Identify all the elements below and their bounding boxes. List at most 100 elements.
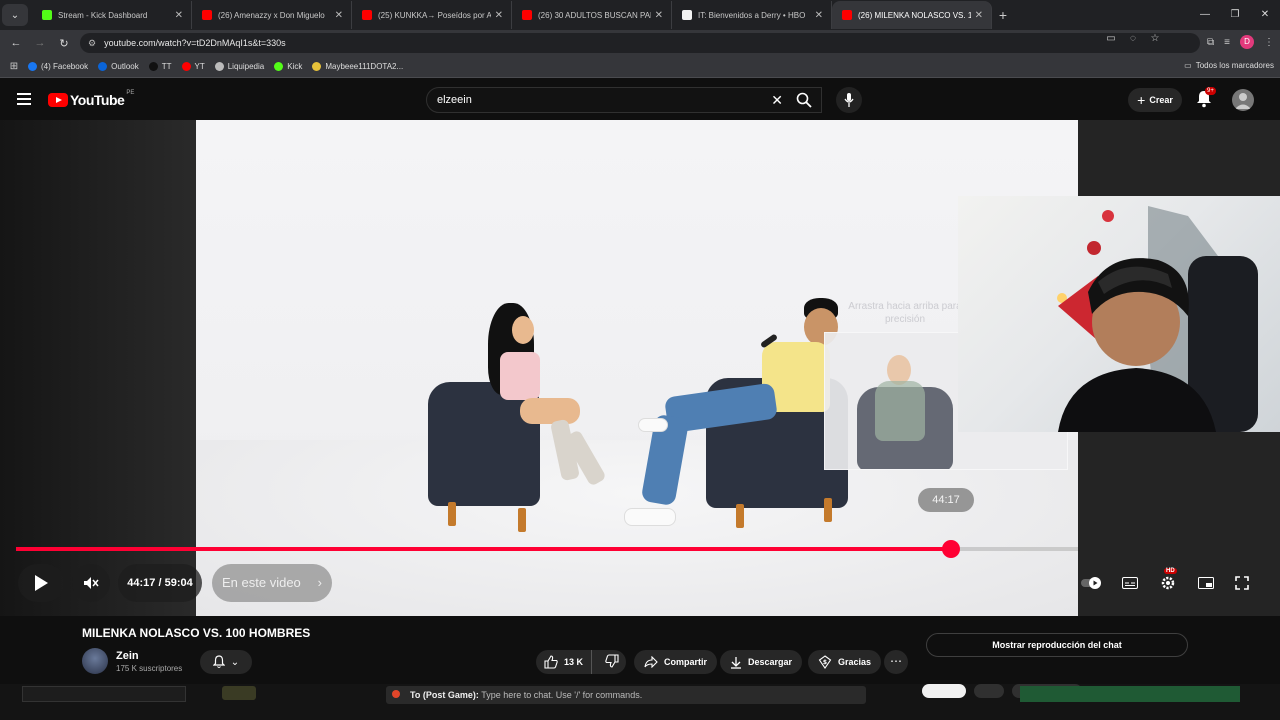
clear-search-icon[interactable]: ✕ — [771, 92, 783, 109]
browser-tab[interactable]: IT: Bienvenidos a Derry • HBO ✕ — [672, 1, 832, 29]
media-icon[interactable]: ≡ — [1224, 37, 1230, 48]
man-shoe — [624, 508, 676, 526]
chair-leg — [448, 502, 456, 526]
overlay-badge — [222, 686, 256, 700]
miniplayer-icon[interactable] — [1197, 577, 1214, 589]
close-tab-icon[interactable]: ✕ — [495, 10, 503, 21]
seek-time-tooltip: 44:17 — [918, 488, 974, 512]
tab-search-button[interactable]: ⌄ — [2, 4, 28, 26]
minimize-icon[interactable]: — — [1190, 0, 1220, 30]
close-tab-icon[interactable]: ✕ — [655, 10, 663, 21]
chevron-down-icon: ⌄ — [230, 656, 240, 668]
mute-button[interactable] — [72, 564, 110, 602]
browser-menu-icon[interactable]: ⋮ — [1264, 37, 1274, 48]
more-actions-button[interactable]: ⋯ — [884, 650, 908, 674]
channel-name[interactable]: Zein — [116, 650, 139, 662]
close-window-icon[interactable]: ✕ — [1250, 0, 1280, 30]
subtitles-icon[interactable] — [1122, 577, 1139, 589]
search-button[interactable] — [787, 88, 821, 112]
site-info-icon[interactable]: ⚙ — [88, 38, 96, 49]
like-button[interactable]: 13 K — [536, 650, 593, 674]
woman-legs — [520, 398, 580, 424]
show-chat-replay-button[interactable]: Mostrar reproducción del chat — [926, 633, 1188, 657]
voice-search-button[interactable] — [836, 87, 862, 113]
close-tab-icon[interactable]: ✕ — [815, 10, 823, 21]
restore-icon[interactable]: ❐ — [1220, 0, 1250, 30]
youtube-play-icon — [48, 93, 68, 107]
plus-icon: + — [1137, 92, 1146, 108]
bookmark-item[interactable]: YT — [181, 62, 205, 71]
progress-bar[interactable] — [16, 540, 1078, 558]
share-button[interactable]: Compartir — [634, 650, 718, 674]
thanks-label: Gracias — [838, 657, 872, 667]
like-count: 13 K — [564, 657, 584, 667]
youtube-logo-text: YouTube — [70, 92, 125, 108]
search-input[interactable] — [437, 94, 757, 106]
bookmark-item[interactable]: Maybeee111DOTA2... — [312, 62, 403, 71]
close-tab-icon[interactable]: ✕ — [175, 10, 183, 21]
close-tab-icon[interactable]: ✕ — [335, 10, 343, 21]
download-icon — [731, 656, 741, 669]
menu-icon[interactable] — [17, 93, 31, 105]
settings-gear-icon[interactable] — [1160, 575, 1176, 591]
bookmark-item[interactable]: TT — [148, 62, 172, 71]
url-text: youtube.com/watch?v=tD2DnMAqI1s&t=330s — [104, 38, 286, 48]
chapters-label: En este video — [222, 575, 301, 590]
streamer-webcam-overlay — [958, 196, 1280, 432]
filter-chip[interactable] — [974, 684, 1004, 698]
tab-favicon-icon — [202, 10, 212, 20]
bookmark-favicon-icon — [28, 62, 37, 71]
account-avatar[interactable] — [1232, 89, 1254, 111]
channel-avatar[interactable] — [82, 648, 108, 674]
bookmark-star-icon[interactable]: ☆ — [1148, 33, 1162, 44]
browser-tab[interactable]: (26) Amenazzy x Don Miguelo ✕ — [192, 1, 352, 29]
thanks-button[interactable]: $ Gracias — [808, 650, 882, 674]
youtube-logo[interactable]: YouTube PE — [48, 90, 134, 108]
dislike-button[interactable] — [598, 654, 626, 670]
profile-avatar[interactable]: D — [1240, 35, 1254, 49]
bookmark-item[interactable]: (4) Facebook — [28, 62, 88, 71]
browser-tab[interactable]: (25) KUNKKA→ Poseídos por A ✕ — [352, 1, 512, 29]
fullscreen-icon[interactable] — [1235, 576, 1249, 590]
bookmarks-bar: ⊞ (4) Facebook Outlook TT YT Liquipedia Kick M… — [0, 56, 1280, 78]
play-button[interactable] — [18, 564, 64, 602]
cast-icon[interactable]: ▭ — [1104, 33, 1118, 44]
browser-tab[interactable]: (26) 30 ADULTOS BUSCAN PAR ✕ — [512, 1, 672, 29]
forward-icon[interactable]: → — [28, 37, 52, 49]
video-player[interactable]: Arrastra hacia arriba para precisión 44:… — [0, 120, 1280, 616]
window-controls: — ❐ ✕ — [1190, 0, 1280, 30]
autoplay-toggle-icon[interactable] — [1080, 576, 1101, 590]
subscriber-count: 175 K suscriptores — [116, 664, 183, 673]
browser-tab[interactable]: (26) MILENKA NOLASCO VS. 10 ✕ — [832, 1, 992, 29]
notifications-button[interactable]: 9+ — [1196, 87, 1216, 110]
address-bar[interactable]: ⚙ youtube.com/watch?v=tD2DnMAqI1s&t=330s — [80, 33, 1200, 53]
bookmark-item[interactable]: Kick — [274, 62, 302, 71]
extensions-icon[interactable]: ⧉ — [1207, 37, 1214, 48]
tab-favicon-icon — [522, 10, 532, 20]
preview-person-shirt — [875, 381, 925, 441]
apps-grid-icon[interactable]: ⊞ — [0, 61, 28, 72]
bookmark-favicon-icon — [181, 62, 191, 71]
chapters-button[interactable]: En este video › — [212, 564, 332, 602]
download-label: Descargar — [748, 657, 793, 667]
browser-tab[interactable]: Stream - Kick Dashboard ✕ — [32, 1, 192, 29]
seek-precision-hint: Arrastra hacia arriba para precisión — [848, 301, 962, 325]
scrubber-handle[interactable] — [941, 540, 960, 558]
new-tab-button[interactable]: + — [992, 7, 1014, 23]
game-chat-input[interactable]: To (Post Game): Type here to chat. Use '… — [386, 686, 866, 704]
bookmark-item[interactable]: Liquipedia — [214, 62, 264, 71]
eye-off-icon[interactable]: ◌ — [1126, 33, 1140, 44]
bookmark-item[interactable]: Outlook — [98, 62, 139, 71]
close-tab-icon[interactable]: ✕ — [975, 10, 983, 21]
create-button[interactable]: + Crear — [1128, 88, 1182, 112]
back-icon[interactable]: ← — [4, 37, 28, 49]
subscription-bell-button[interactable]: ⌄ — [200, 650, 252, 674]
bookmark-favicon-icon — [148, 62, 158, 71]
hd-badge: HD — [1164, 568, 1177, 574]
all-bookmarks-button[interactable]: ▭ Todos los marcadores — [1184, 61, 1274, 70]
reload-icon[interactable]: ↻ — [52, 37, 76, 50]
tab-title: (26) 30 ADULTOS BUSCAN PAR — [538, 10, 651, 20]
filter-chip-all[interactable] — [922, 684, 966, 698]
download-button[interactable]: Descargar — [720, 650, 803, 674]
tab-favicon-icon — [362, 10, 372, 20]
